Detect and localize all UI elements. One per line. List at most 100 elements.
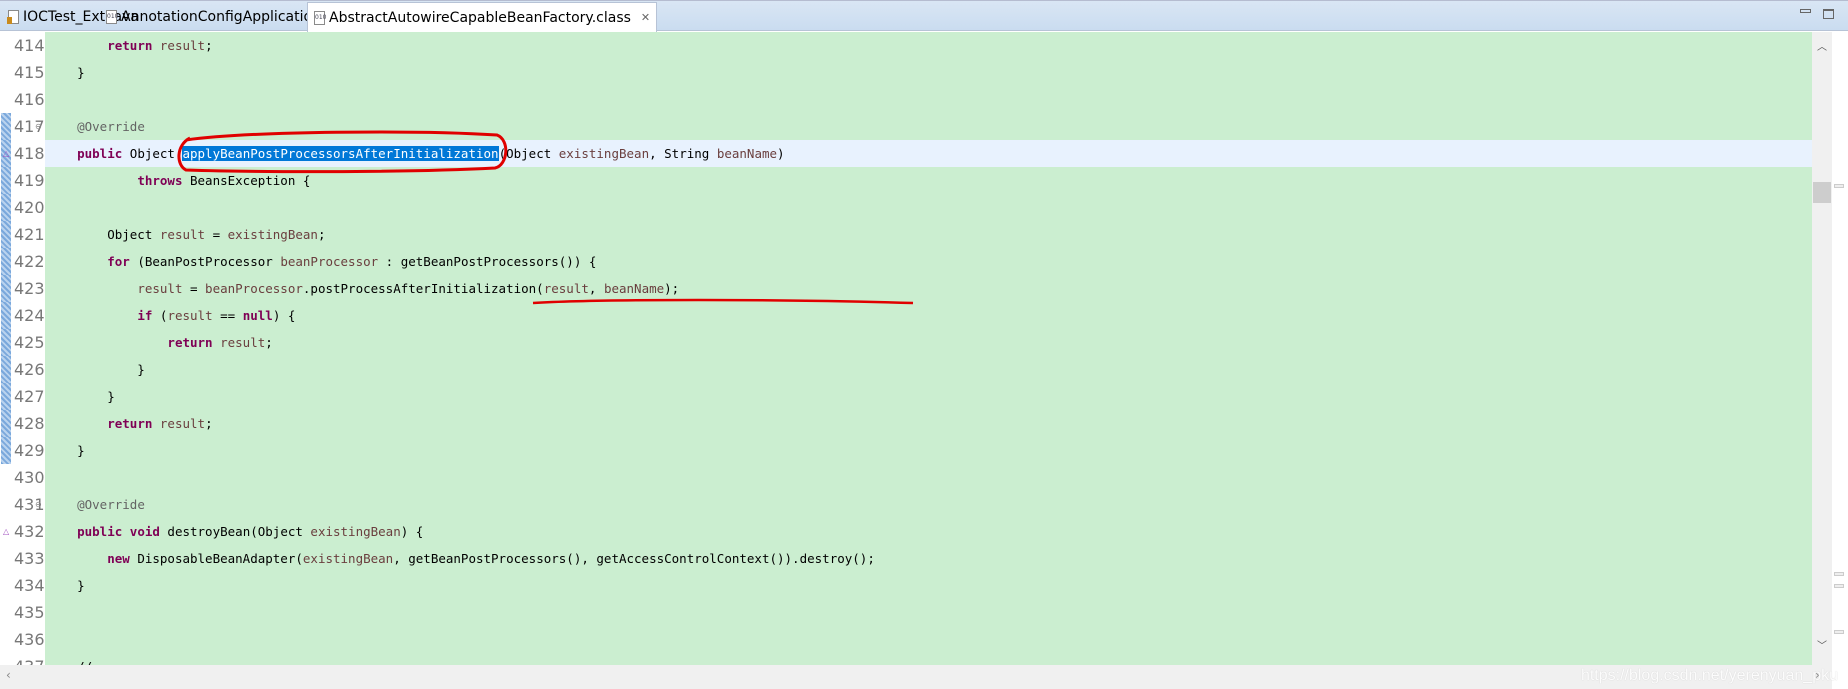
code-text: result = beanProcessor.postProcessAfterI… (47, 275, 679, 302)
code-line[interactable]: 431 ⊖ @Override (0, 491, 1812, 518)
overview-marker[interactable] (1834, 584, 1844, 588)
quick-diff-marker (1, 167, 11, 194)
code-token: beanProcessor (205, 281, 303, 296)
override-indicator-icon[interactable]: △ (3, 527, 9, 536)
line-number: 425 (14, 333, 45, 352)
overview-marker[interactable] (1834, 184, 1844, 188)
code-line[interactable]: 430 (0, 464, 1812, 491)
quick-diff-marker (1, 248, 11, 275)
code-token: return (107, 416, 153, 431)
code-line[interactable]: 423 result = beanProcessor.postProcessAf… (0, 275, 1812, 302)
code-line[interactable]: 429 } (0, 437, 1812, 464)
code-token: existingBean (310, 524, 401, 539)
code-line[interactable]: 433 new DisposableBeanAdapter(existingBe… (0, 545, 1812, 572)
code-token: (BeanPostProcessor (129, 254, 281, 269)
code-line[interactable]: 435 (0, 599, 1812, 626)
code-line[interactable]: 415 } (0, 59, 1812, 86)
tab-abstract-autowire-capable-bean-factory[interactable]: 010 AbstractAutowireCapableBeanFactory.c… (307, 2, 658, 32)
fold-toggle-icon[interactable]: ⊖ (35, 122, 42, 131)
code-line[interactable]: 437 // (0, 653, 1812, 665)
code-line[interactable]: 427 } (0, 383, 1812, 410)
fold-toggle-icon[interactable]: ⊖ (35, 500, 42, 509)
line-number: 433 (14, 549, 45, 568)
code-text: new DisposableBeanAdapter(existingBean, … (47, 545, 875, 572)
class-file-icon: 010 (106, 10, 118, 24)
code-token: , getBeanPostProcessors(), getAccessCont… (393, 551, 875, 566)
code-line[interactable]: 420 (0, 194, 1812, 221)
vertical-scrollbar[interactable]: ︿ ﹀ (1812, 32, 1832, 665)
code-text: // (47, 653, 92, 665)
code-token: beanProcessor (280, 254, 379, 269)
code-line[interactable]: 436 (0, 626, 1812, 653)
code-line[interactable]: 434 } (0, 572, 1812, 599)
code-line[interactable]: △ 418 public Object applyBeanPostProcesso… (0, 140, 1812, 167)
line-number: 428 (14, 414, 45, 433)
code-line[interactable]: 417 ⊖ @Override (0, 113, 1812, 140)
code-token: result (543, 281, 589, 296)
code-line[interactable]: 424 if (result == null) { (0, 302, 1812, 329)
scroll-up-icon[interactable]: ︿ (1817, 38, 1827, 53)
code-line[interactable]: 416 (0, 86, 1812, 113)
code-token: == (212, 308, 243, 323)
code-token: destroyBean(Object (159, 524, 311, 539)
code-token: Object (122, 146, 183, 161)
code-text: @Override (47, 491, 145, 518)
line-number: 432 (14, 522, 45, 541)
code-token: ; (205, 38, 213, 53)
code-line[interactable]: 421 Object result = existingBean; (0, 221, 1812, 248)
code-token: ) { (400, 524, 424, 539)
code-line[interactable]: △ 432 public void destroyBean(Object exis… (0, 518, 1812, 545)
code-token: result (159, 38, 206, 53)
override-indicator-icon[interactable]: △ (3, 149, 9, 158)
overview-marker[interactable] (1834, 630, 1844, 634)
minimize-button[interactable] (1800, 9, 1811, 13)
code-token: void (129, 524, 160, 539)
code-line[interactable]: 428 return result; (0, 410, 1812, 437)
code-line[interactable]: 425 return result; (0, 329, 1812, 356)
code-token: return (167, 335, 213, 350)
code-line[interactable]: 419 throws BeansException { (0, 167, 1812, 194)
overview-ruler (1832, 32, 1848, 689)
line-number: 423 (14, 279, 45, 298)
scroll-down-icon[interactable]: ﹀ (1817, 637, 1827, 652)
code-token: result (159, 416, 206, 431)
line-number: 436 (14, 630, 45, 649)
code-text: } (47, 59, 85, 86)
line-number: 416 (14, 90, 45, 109)
code-token: ; (205, 416, 213, 431)
code-token: return (107, 38, 153, 53)
code-text: } (47, 383, 115, 410)
line-number: 424 (14, 306, 45, 325)
class-file-icon: 010 (314, 10, 326, 25)
code-line[interactable]: 422 for (BeanPostProcessor beanProcessor… (0, 248, 1812, 275)
code-token: @Override (77, 497, 145, 512)
maximize-button[interactable] (1823, 9, 1834, 19)
code-text: public void destroyBean(Object existingB… (47, 518, 423, 545)
scroll-left-icon[interactable]: ‹ (6, 668, 11, 682)
quick-diff-marker (1, 437, 11, 464)
code-text: public Object applyBeanPostProcessorsAft… (47, 140, 785, 167)
code-text: } (47, 356, 145, 383)
line-number: 421 (14, 225, 45, 244)
overview-marker[interactable] (1834, 572, 1844, 576)
code-token: = (182, 281, 206, 296)
close-icon[interactable]: ✕ (641, 11, 650, 24)
code-token: } (47, 443, 85, 458)
code-editor[interactable]: 414 return result; 415 } 416 417 ⊖ @Override… (0, 32, 1812, 665)
scrollbar-thumb[interactable] (1813, 182, 1831, 203)
code-token: result (159, 227, 206, 242)
line-number: 429 (14, 441, 45, 460)
code-token: existingBean (558, 146, 650, 161)
code-line[interactable]: 414 return result; (0, 32, 1812, 59)
quick-diff-marker (1, 410, 11, 437)
line-number: 435 (14, 603, 45, 622)
code-line[interactable]: 426 } (0, 356, 1812, 383)
horizontal-scrollbar[interactable]: ‹ › (0, 665, 1832, 689)
code-token: public (77, 146, 123, 161)
